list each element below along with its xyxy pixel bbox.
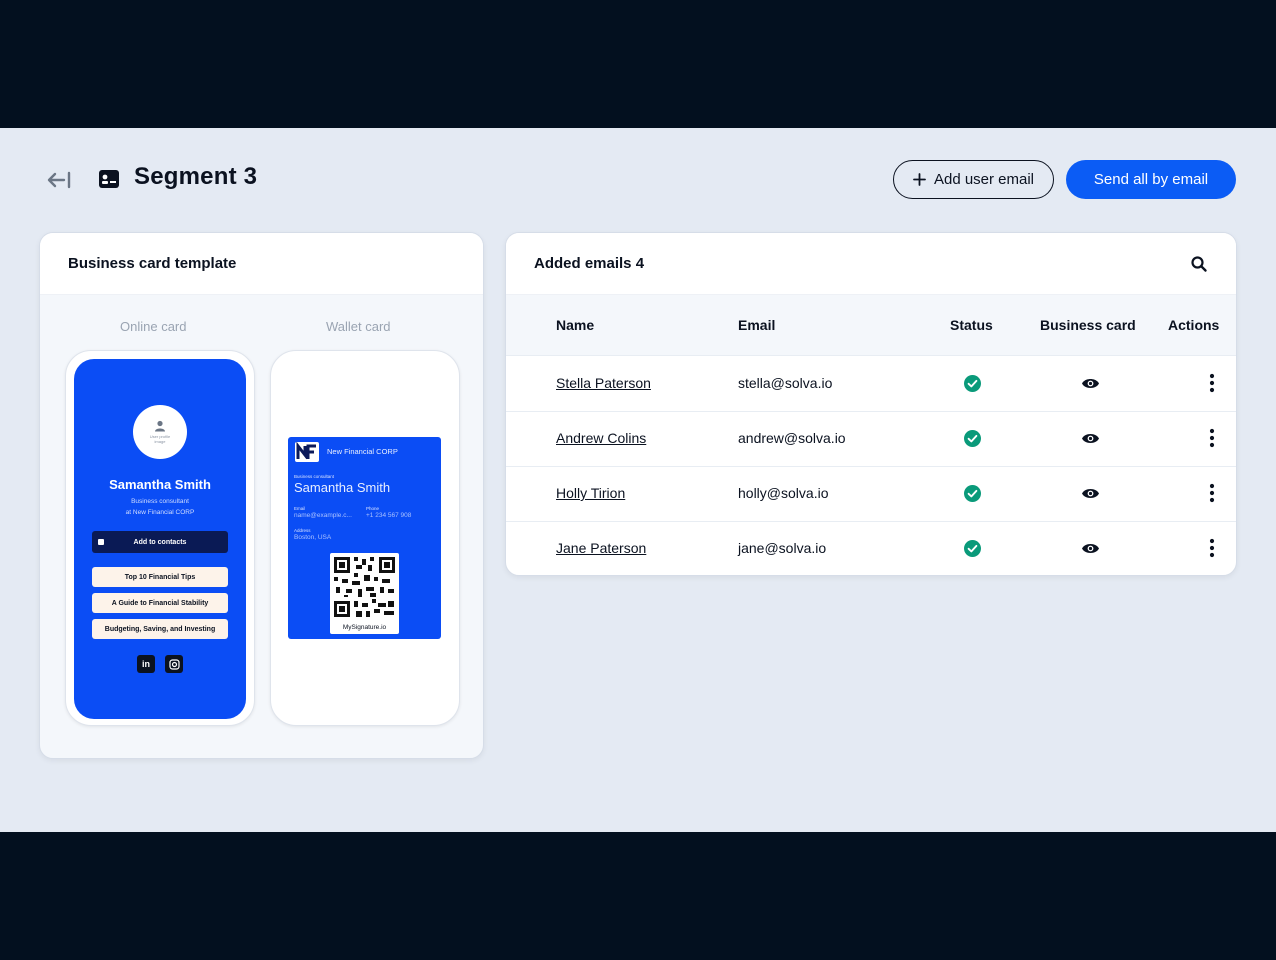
add-user-email-button[interactable]: Add user email [893,160,1054,199]
send-all-by-email-button[interactable]: Send all by email [1066,160,1236,199]
qr-label: MySignature.io [342,624,387,631]
wallet-role: Business consultant [294,474,335,479]
table-header: Name Email Status Business card Actions [506,295,1236,356]
card-link-button[interactable]: Top 10 Financial Tips [92,567,228,587]
user-name-link[interactable]: Stella Paterson [556,375,651,391]
qr-code: MySignature.io [330,553,399,634]
contact-icon [98,539,104,545]
table-row: Holly Tirion holly@solva.io [506,467,1236,522]
online-card-preview[interactable]: User profile image Samantha Smith Busine… [65,350,255,726]
wallet-company: New Financial CORP [327,447,398,456]
qr-code-icon [334,557,395,617]
card-company: at New Financial CORP [125,509,195,516]
panel-title: Business card template [40,233,483,295]
check-circle-icon [964,375,981,392]
online-card-label: Online card [120,319,187,334]
back-button[interactable] [46,168,74,192]
user-name-link[interactable]: Holly Tirion [556,485,625,501]
business-card-template-panel: Business card template Online card Walle… [39,232,484,759]
table-body: Stella Paterson stella@solva.io Andrew C… [506,357,1236,575]
user-email: andrew@solva.io [738,430,846,446]
column-header-actions: Actions [1168,317,1220,333]
added-emails-panel: Added emails 4 Name Email Status Busines… [505,232,1237,576]
user-icon [155,420,165,432]
search-icon[interactable] [1190,255,1208,273]
add-to-contacts-label: Add to contacts [133,538,187,546]
column-header-business-card[interactable]: Business card [1040,317,1136,333]
table-row: Stella Paterson stella@solva.io [506,357,1236,412]
emails-panel-header: Added emails 4 [506,233,1236,295]
column-header-email[interactable]: Email [738,317,775,333]
page-title: Segment 3 [134,163,258,190]
avatar: User profile image [133,405,187,459]
more-vertical-icon[interactable] [1206,538,1218,558]
card-link-button[interactable]: A Guide to Financial Stability [92,593,228,613]
card-role: Business consultant at New Financial COR… [74,496,246,518]
more-vertical-icon[interactable] [1206,428,1218,448]
column-header-name[interactable]: Name [556,317,594,333]
table-row: Jane Paterson jane@solva.io [506,522,1236,575]
instagram-icon[interactable] [165,655,183,673]
user-name-link[interactable]: Andrew Colins [556,430,646,446]
wallet-card-preview[interactable]: New Financial CORP Business consultant S… [270,350,460,726]
column-header-status[interactable]: Status [950,317,993,333]
eye-icon[interactable] [1081,542,1100,555]
card-name: Samantha Smith [109,477,211,492]
wallet-phone-value: +1 234 567 908 [366,512,412,519]
wallet-phone-label: Phone [366,506,380,511]
check-circle-icon [964,540,981,557]
eye-icon[interactable] [1081,432,1100,445]
check-circle-icon [964,430,981,447]
linkedin-icon[interactable]: in [137,655,155,673]
company-logo [295,441,319,462]
send-all-label: Send all by email [1093,171,1209,188]
eye-icon[interactable] [1081,377,1100,390]
eye-icon[interactable] [1081,487,1100,500]
card-role-title: Business consultant [131,498,189,505]
user-name-link[interactable]: Jane Paterson [556,540,646,556]
wallet-email-value: name@example.c... [294,512,352,519]
more-vertical-icon[interactable] [1206,373,1218,393]
online-card-screen: User profile image Samantha Smith Busine… [74,359,246,719]
plus-icon [913,173,926,186]
wallet-address-value: Boston, USA [294,534,332,541]
arrow-left-bar-icon [47,171,71,189]
user-email: holly@solva.io [738,485,829,501]
avatar-placeholder-text: User profile image [149,434,171,444]
user-email: stella@solva.io [738,375,833,391]
user-email: jane@solva.io [738,540,827,556]
add-user-email-label: Add user email [933,171,1035,188]
wallet-card-label: Wallet card [326,319,391,334]
wallet-email-label: Email [294,506,306,511]
wallet-address-label: Address [294,528,311,533]
table-row: Andrew Colins andrew@solva.io [506,412,1236,467]
check-circle-icon [964,485,981,502]
emails-panel-title: Added emails 4 [534,255,645,272]
card-link-button[interactable]: Budgeting, Saving, and Investing [92,619,228,639]
wallet-name: Samantha Smith [294,480,391,495]
wallet-pass: New Financial CORP Business consultant S… [288,437,441,639]
add-to-contacts-button[interactable]: Add to contacts [92,531,228,553]
id-card-icon [98,168,120,190]
more-vertical-icon[interactable] [1206,483,1218,503]
